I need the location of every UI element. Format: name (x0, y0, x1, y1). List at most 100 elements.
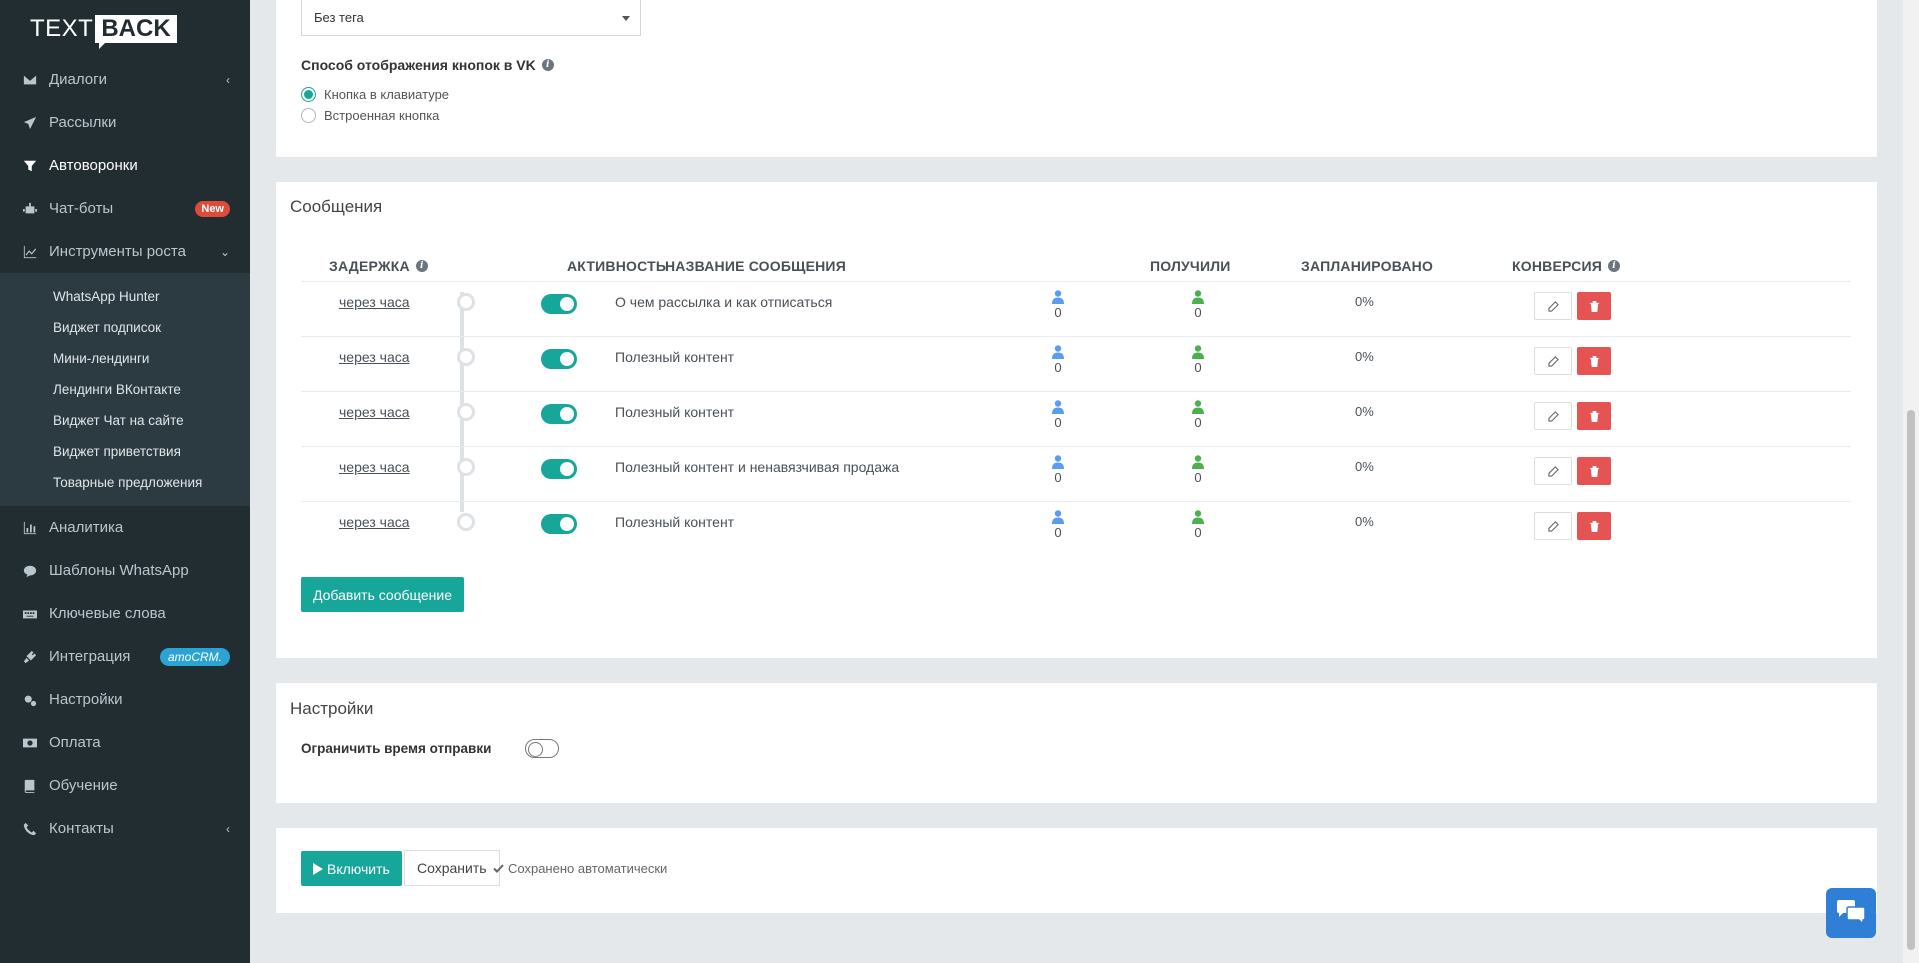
delay-link[interactable]: через часа (339, 459, 410, 475)
edit-button[interactable] (1534, 292, 1572, 320)
sidebar-item-learning[interactable]: Обучение (0, 764, 250, 807)
user-icon (1188, 290, 1208, 304)
auto-saved-text: Сохранено автоматически (508, 861, 668, 876)
sidebar: TEXT BACK Диалоги ‹ Рассылки Автоворонки Чат-… (0, 0, 250, 963)
sidebar-item-whatsapp-templates[interactable]: Шаблоны WhatsApp (0, 549, 250, 592)
user-icon (1048, 455, 1068, 469)
received-count: 0 (1054, 360, 1062, 375)
delay-link[interactable]: через часа (339, 349, 410, 365)
table-row: через часа Полезный контент 0 0 0% (301, 392, 1851, 447)
scrollbar-thumb[interactable] (1907, 410, 1915, 950)
radio-button[interactable] (301, 108, 316, 123)
delete-button[interactable] (1577, 402, 1611, 430)
col-delay-label: ЗАДЕРЖКА (329, 257, 410, 274)
received-stat: 0 (1048, 455, 1068, 485)
message-name[interactable]: Полезный контент (615, 404, 734, 420)
sidebar-item-analytics[interactable]: Аналитика (0, 506, 250, 549)
radio-option-keyboard[interactable]: Кнопка в клавиатуре (301, 84, 449, 105)
submenu-item[interactable]: Лендинги ВКонтакте (0, 374, 250, 405)
edit-icon (1547, 520, 1559, 532)
sidebar-item-keywords[interactable]: Ключевые слова (0, 592, 250, 635)
conversion-value: 0% (1355, 514, 1374, 529)
sidebar-item-label: Интеграция (49, 648, 131, 665)
sidebar-item-contacts[interactable]: Контакты ‹ (0, 807, 250, 850)
edit-button[interactable] (1534, 512, 1572, 540)
user-icon (1188, 345, 1208, 359)
page-scrollbar[interactable] (1903, 0, 1919, 963)
timeline-dot (457, 293, 475, 311)
sidebar-item-label: Ключевые слова (49, 605, 166, 622)
delete-button[interactable] (1577, 457, 1611, 485)
delay-link[interactable]: через часа (339, 294, 410, 310)
submenu-item[interactable]: Виджет Чат на сайте (0, 405, 250, 436)
activity-toggle[interactable] (541, 404, 577, 424)
activity-toggle[interactable] (541, 514, 577, 534)
activity-toggle[interactable] (541, 459, 577, 479)
submenu-item[interactable]: Товарные предложения (0, 467, 250, 498)
paper-plane-icon (22, 115, 38, 131)
received-count: 0 (1054, 525, 1062, 540)
info-icon[interactable]: i (1608, 259, 1621, 272)
messages-table-header: ЗАДЕРЖКА i АКТИВНОСТЬ НАЗВАНИЕ СООБЩЕНИЯ … (301, 250, 1851, 282)
amocrm-badge: amoCRM. (159, 647, 230, 666)
delete-button[interactable] (1577, 512, 1611, 540)
activity-toggle[interactable] (541, 349, 577, 369)
delay-link[interactable]: через часа (339, 514, 410, 530)
conversion-value: 0% (1355, 294, 1374, 309)
message-name[interactable]: Полезный контент и ненавязчивая продажа (615, 459, 899, 475)
message-name[interactable]: О чем рассылка и как отписаться (615, 294, 832, 310)
tag-select[interactable]: Без тега (301, 0, 641, 36)
sidebar-item-chatbots[interactable]: Чат-боты New (0, 187, 250, 230)
activity-toggle[interactable] (541, 294, 577, 314)
radio-button[interactable] (301, 87, 316, 102)
delete-button[interactable] (1577, 292, 1611, 320)
actions-card: Включить Сохранить Сохранено автоматичес… (276, 828, 1877, 913)
settings-card: Настройки Ограничить время отправки (276, 683, 1877, 803)
sidebar-item-integration[interactable]: Интеграция amoCRM. (0, 635, 250, 678)
col-received: ПОЛУЧИЛИ (1150, 257, 1231, 274)
scheduled-stat: 0 (1188, 345, 1208, 375)
user-icon (1188, 510, 1208, 524)
sidebar-item-label: Оплата (49, 734, 101, 751)
vk-buttons-options: Кнопка в клавиатуре Встроенная кнопка (301, 84, 449, 126)
sidebar-item-mailings[interactable]: Рассылки (0, 101, 250, 144)
edit-button[interactable] (1534, 457, 1572, 485)
delete-button[interactable] (1577, 347, 1611, 375)
edit-icon (1547, 410, 1559, 422)
table-row: через часа Полезный контент 0 0 0% (301, 502, 1851, 557)
edit-button[interactable] (1534, 347, 1572, 375)
radio-label: Кнопка в клавиатуре (324, 87, 450, 102)
message-name[interactable]: Полезный контент (615, 514, 734, 530)
sidebar-item-dialogs[interactable]: Диалоги ‹ (0, 58, 250, 101)
message-name[interactable]: Полезный контент (615, 349, 734, 365)
timeline-dot (457, 513, 475, 531)
logo[interactable]: TEXT BACK (0, 0, 250, 58)
sidebar-item-label: Обучение (49, 777, 118, 794)
sidebar-item-payment[interactable]: Оплата (0, 721, 250, 764)
bot-settings-card: Без тега Способ отображения кнопок в VK … (276, 0, 1877, 157)
save-button[interactable]: Сохранить (404, 850, 500, 886)
edit-button[interactable] (1534, 402, 1572, 430)
submenu-item[interactable]: Мини-лендинги (0, 343, 250, 374)
chat-widget-button[interactable] (1826, 888, 1876, 938)
sidebar-item-autofunnels[interactable]: Автоворонки (0, 144, 250, 187)
radio-option-inline[interactable]: Встроенная кнопка (301, 105, 449, 126)
sidebar-item-label: Рассылки (49, 114, 117, 131)
add-message-button[interactable]: Добавить сообщение (301, 577, 464, 612)
logo-text: TEXT (30, 15, 94, 42)
info-icon[interactable]: i (541, 59, 554, 71)
submenu-item[interactable]: Виджет подписок (0, 312, 250, 343)
sidebar-item-label: Диалоги (49, 71, 107, 88)
submenu-item[interactable]: WhatsApp Hunter (0, 281, 250, 312)
submenu-item[interactable]: Виджет приветствия (0, 436, 250, 467)
edit-icon (1547, 300, 1559, 312)
limit-time-toggle[interactable] (525, 739, 559, 758)
keyboard-icon (22, 606, 38, 622)
sidebar-item-settings[interactable]: Настройки (0, 678, 250, 721)
delay-link[interactable]: через часа (339, 404, 410, 420)
sidebar-item-growth-tools[interactable]: Инструменты роста ⌄ (0, 230, 250, 273)
info-icon[interactable]: i (415, 259, 428, 272)
user-icon (1048, 290, 1068, 304)
enable-button[interactable]: Включить (301, 851, 402, 886)
trash-icon (1589, 355, 1599, 367)
